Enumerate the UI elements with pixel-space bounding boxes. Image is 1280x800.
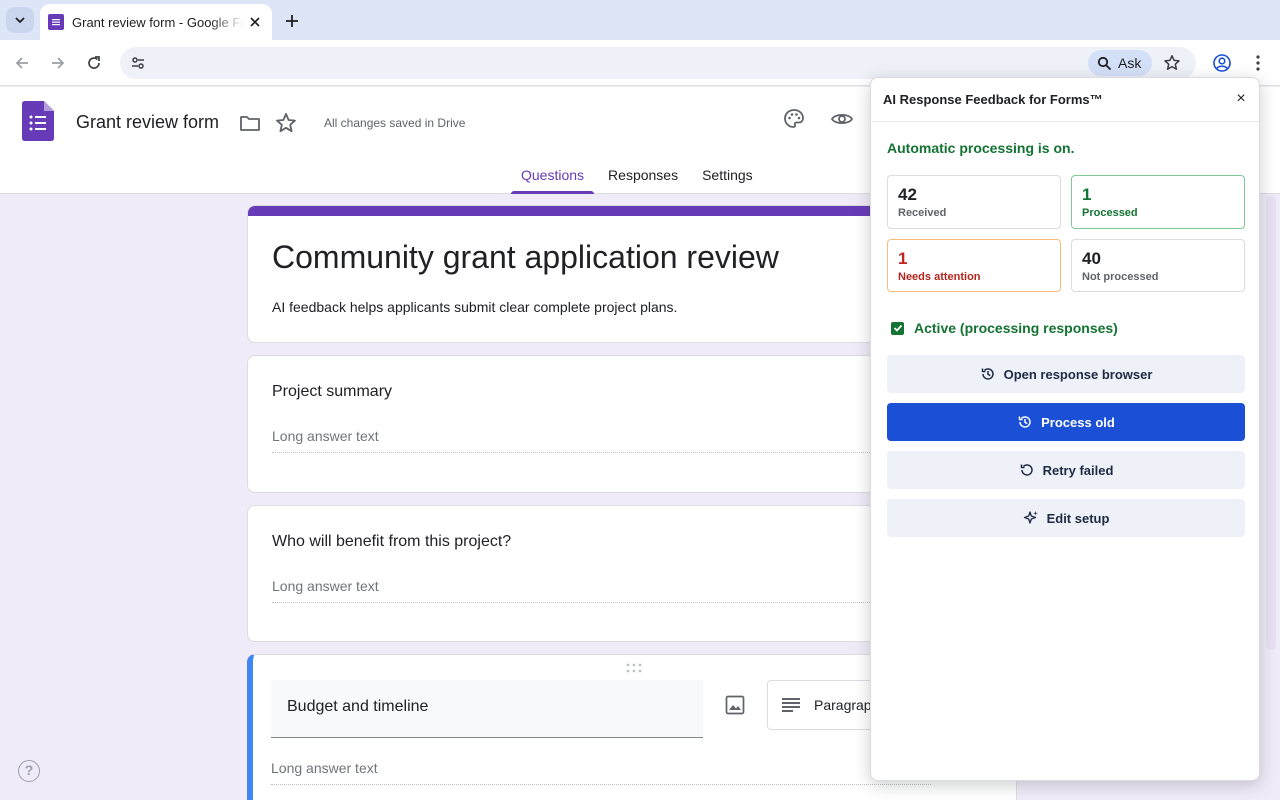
site-info-icon[interactable] (126, 51, 150, 75)
chevron-down-icon (15, 17, 25, 24)
add-image-icon[interactable] (723, 693, 747, 717)
help-icon[interactable]: ? (18, 760, 40, 782)
stat-label: Received (898, 207, 947, 219)
stat-label: Processed (1082, 207, 1138, 219)
more-menu-icon[interactable] (1247, 51, 1269, 75)
stat-label: Not processed (1082, 271, 1159, 283)
button-label: Process old (1041, 414, 1115, 430)
sparkle-icon (1023, 511, 1038, 524)
edit-setup-button[interactable]: Edit setup (887, 499, 1245, 537)
active-checkbox[interactable] (891, 321, 904, 335)
history-icon (1018, 416, 1031, 428)
ask-label: Ask (1118, 55, 1142, 71)
profile-icon[interactable] (1210, 51, 1234, 75)
forms-logo-icon[interactable] (22, 101, 54, 141)
button-label: Open response browser (1003, 366, 1153, 382)
answer-placeholder: Long answer text (272, 578, 932, 603)
active-label: Active (processing responses) (914, 320, 1118, 336)
button-label: Retry failed (1042, 462, 1114, 478)
browser-tab[interactable]: Grant review form - Google Forms (40, 4, 272, 40)
popup-title: AI Response Feedback for Forms™ (883, 92, 1103, 107)
answer-placeholder: Long answer text (271, 760, 931, 785)
stat-value: 40 (1082, 249, 1101, 268)
retry-icon (1020, 464, 1033, 476)
stat-label: Needs attention (898, 271, 981, 283)
stat-received: 42 Received (887, 175, 1061, 229)
stat-value: 1 (898, 249, 908, 268)
form-description[interactable]: AI feedback helps applicants submit clea… (272, 299, 677, 315)
answer-placeholder: Long answer text (272, 428, 932, 453)
address-bar[interactable]: Ask (120, 47, 1196, 79)
close-icon[interactable]: × (1231, 89, 1251, 109)
stat-processed: 1 Processed (1071, 175, 1245, 229)
retry-failed-button[interactable]: Retry failed (887, 451, 1245, 489)
tab-questions[interactable]: Questions (511, 157, 595, 194)
save-status: All changes saved in Drive (324, 116, 466, 130)
button-label: Edit setup (1046, 510, 1110, 526)
tab-title: Grant review form - Google Forms (72, 14, 244, 30)
tab-settings[interactable]: Settings (692, 157, 763, 194)
stat-not-processed: 40 Not processed (1071, 239, 1245, 292)
question-title: Who will benefit from this project? (272, 533, 512, 550)
search-icon (1097, 56, 1112, 70)
paragraph-icon (782, 698, 800, 712)
open-response-browser-button[interactable]: Open response browser (887, 355, 1245, 393)
tab-search-button[interactable] (6, 7, 34, 33)
folder-icon[interactable] (238, 111, 262, 135)
stat-needs-attention: 1 Needs attention (887, 239, 1061, 292)
history-icon (981, 368, 994, 380)
page-scrollbar[interactable] (1266, 196, 1276, 650)
active-toggle-row[interactable]: Active (processing responses) (891, 320, 1118, 336)
preview-eye-icon[interactable] (830, 107, 854, 131)
new-tab-icon[interactable] (280, 9, 304, 33)
bookmark-star-icon[interactable] (1160, 51, 1184, 75)
question-title-input[interactable]: Budget and timeline (271, 680, 703, 738)
process-old-button[interactable]: Process old (887, 403, 1245, 441)
stat-value: 42 (898, 185, 917, 204)
forms-favicon-icon (48, 14, 64, 30)
tab-responses[interactable]: Responses (598, 157, 688, 194)
processing-status: Automatic processing is on. (887, 140, 1075, 156)
close-tab-icon[interactable] (246, 13, 264, 31)
reload-icon[interactable] (82, 51, 106, 75)
popup-header: AI Response Feedback for Forms™ × (871, 78, 1259, 122)
forward-arrow-icon[interactable] (46, 51, 70, 75)
form-title[interactable]: Community grant application review (272, 239, 779, 276)
star-icon[interactable] (274, 111, 298, 135)
stat-value: 1 (1082, 185, 1092, 204)
document-title[interactable]: Grant review form (76, 112, 219, 133)
palette-icon[interactable] (782, 107, 806, 131)
extension-popup: AI Response Feedback for Forms™ × Automa… (870, 77, 1260, 781)
ask-button[interactable]: Ask (1088, 50, 1152, 76)
question-title: Project summary (272, 383, 393, 400)
drag-handle-icon[interactable] (625, 661, 643, 673)
browser-tab-strip: Grant review form - Google Forms (0, 0, 1280, 40)
back-arrow-icon[interactable] (10, 51, 34, 75)
form-tabs: Questions Responses Settings (511, 157, 767, 194)
